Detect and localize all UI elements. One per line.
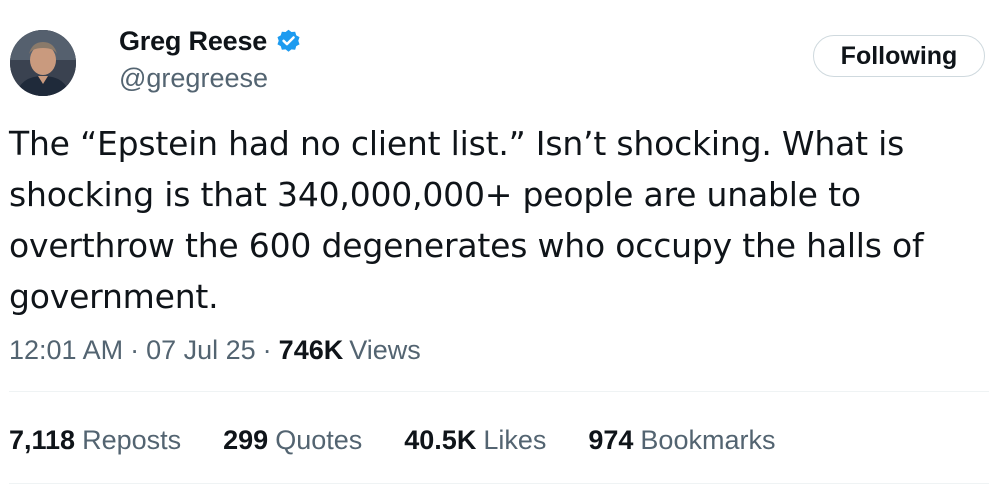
following-button[interactable]: Following xyxy=(813,35,985,77)
reposts-label: Reposts xyxy=(82,424,182,455)
tweet-text: The “Epstein had no client list.” Isn’t … xyxy=(9,124,934,316)
reposts-count: 7,118 xyxy=(9,424,76,455)
avatar[interactable] xyxy=(10,30,76,96)
meta-separator: · xyxy=(262,334,272,365)
tweet-date[interactable]: 07 Jul 25 xyxy=(146,335,256,366)
meta-separator: · xyxy=(130,334,140,365)
tweet-time[interactable]: 12:01 AM xyxy=(9,335,123,366)
bookmarks-stat[interactable]: 974 Bookmarks xyxy=(588,425,775,456)
views-count: 746K xyxy=(278,334,344,365)
likes-stat[interactable]: 40.5K Likes xyxy=(404,425,546,456)
quotes-stat[interactable]: 299 Quotes xyxy=(223,425,362,456)
likes-count: 40.5K xyxy=(404,424,477,455)
tweet-meta: 12:01 AM · 07 Jul 25 · 746K Views xyxy=(9,332,421,368)
author-name-row: Greg Reese xyxy=(119,22,302,60)
bookmarks-label: Bookmarks xyxy=(640,424,776,455)
bookmarks-count: 974 xyxy=(588,424,634,455)
reposts-stat[interactable]: 7,118 Reposts xyxy=(9,425,181,456)
quotes-count: 299 xyxy=(223,424,269,455)
views-label: Views xyxy=(349,334,421,365)
author-handle[interactable]: @gregreese xyxy=(119,61,268,95)
verified-badge-icon[interactable] xyxy=(275,28,302,55)
avatar-image xyxy=(10,30,76,96)
likes-label: Likes xyxy=(483,424,547,455)
quotes-label: Quotes xyxy=(275,424,363,455)
divider xyxy=(9,391,989,392)
engagement-stats: 7,118 Reposts 299 Quotes 40.5K Likes 974… xyxy=(9,422,775,458)
author-display-name[interactable]: Greg Reese xyxy=(119,26,267,57)
